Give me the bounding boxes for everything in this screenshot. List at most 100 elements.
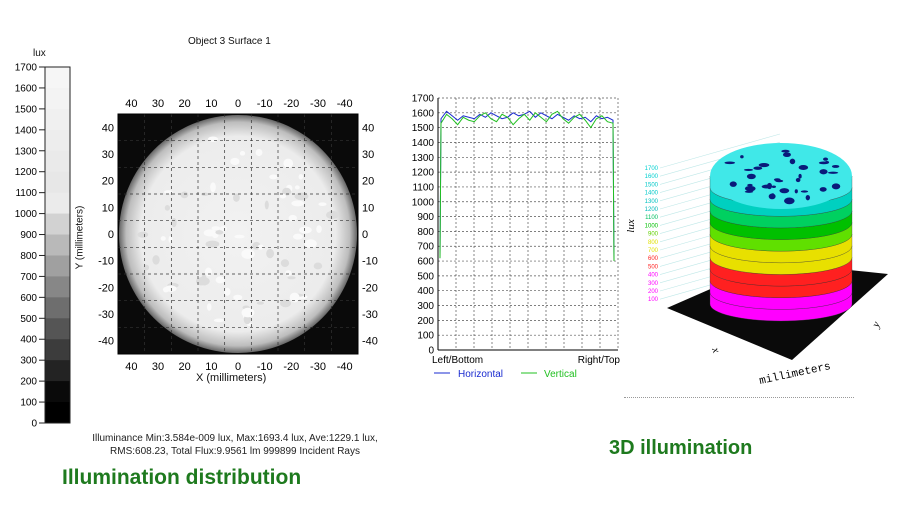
surface-3d-bottom-rule bbox=[624, 397, 854, 398]
surface-y-label: y bbox=[869, 320, 882, 331]
illumination-speckle bbox=[234, 234, 245, 239]
illumination-speckle bbox=[326, 210, 339, 220]
surface-dip bbox=[819, 169, 828, 175]
map-y-tick-right: 30 bbox=[362, 149, 374, 161]
illumination-speckle bbox=[266, 248, 275, 259]
colorbar-band bbox=[45, 108, 70, 131]
surface-x-label: x bbox=[709, 345, 722, 355]
profile-series-line bbox=[439, 110, 615, 262]
surface-dip bbox=[740, 155, 744, 159]
illumination-speckle bbox=[241, 307, 255, 318]
surface-dip bbox=[775, 179, 784, 183]
surface-dip bbox=[789, 158, 796, 165]
map-y-tick-left: 30 bbox=[102, 149, 114, 161]
surface-scale-tick: 1100 bbox=[645, 215, 659, 221]
illumination-speckle bbox=[152, 255, 160, 265]
surface-scale-tick: 1000 bbox=[645, 223, 659, 229]
surface-dip bbox=[753, 166, 763, 170]
illumination-speckle bbox=[241, 249, 255, 259]
colorbar-tick-label: 200 bbox=[20, 377, 37, 388]
surface-dip bbox=[779, 188, 790, 194]
illumination-speckle bbox=[210, 182, 216, 193]
illumination-speckle bbox=[287, 276, 296, 280]
colorbar-band bbox=[45, 67, 70, 89]
surface-dip bbox=[831, 164, 840, 168]
colorbar: lux 1700 1600 1500 1400 1300 1200 1100 1000 900 8… bbox=[0, 40, 80, 440]
illumination-speckle bbox=[171, 217, 177, 228]
map-y-tick-right: 40 bbox=[362, 122, 374, 134]
colorbar-band bbox=[45, 318, 70, 340]
colorbar-tick-label: 1500 bbox=[15, 104, 38, 115]
map-x-tick-bottom: -20 bbox=[283, 361, 299, 373]
surface-dip bbox=[831, 183, 841, 190]
colorbar-scale: 1700160015001400130012001100100090080070… bbox=[15, 63, 71, 430]
surface-scale-tick: 700 bbox=[648, 248, 659, 254]
colorbar-band bbox=[45, 255, 70, 277]
map-x-tick-top: 10 bbox=[205, 98, 217, 110]
surface-scale-tick: 1700 bbox=[645, 166, 659, 172]
illumination-speckle bbox=[299, 226, 312, 234]
illumination-speckle bbox=[233, 294, 243, 301]
colorbar-band bbox=[45, 297, 70, 319]
map-y-tick-left: 10 bbox=[102, 202, 114, 214]
surface-dip bbox=[823, 157, 829, 161]
profile-y-tick: 900 bbox=[417, 212, 434, 223]
profile-y-tick: 600 bbox=[417, 257, 434, 268]
illumination-map: 404030302020101000-10-10-20-20-30-30-40-… bbox=[98, 98, 378, 373]
surface-scale-tick: 100 bbox=[648, 297, 659, 303]
surface-scale-tick: 400 bbox=[648, 273, 659, 279]
profile-y-tick: 500 bbox=[417, 271, 434, 282]
surface-scale-tick: 1400 bbox=[645, 191, 659, 197]
illumination-speckle bbox=[211, 226, 221, 231]
surface-3d: 1700 1600 1500 1400 1300 1200 1100 1000 900 800 70… bbox=[625, 133, 888, 388]
surface-dip bbox=[824, 161, 830, 164]
profile-y-tick: 1400 bbox=[412, 138, 435, 149]
illumination-speckle bbox=[291, 200, 304, 207]
colorbar-tick-label: 800 bbox=[20, 251, 37, 262]
profile-y-tick: 100 bbox=[417, 331, 434, 342]
profile-y-tick: 1200 bbox=[412, 168, 435, 179]
profile-y-tick: 1600 bbox=[412, 108, 435, 119]
map-y-tick-right: -40 bbox=[362, 336, 378, 348]
profile-y-tick: 800 bbox=[417, 227, 434, 238]
illumination-speckle bbox=[162, 286, 169, 293]
surface-dip bbox=[798, 173, 802, 179]
surface-dip bbox=[800, 190, 809, 193]
illumination-speckle bbox=[255, 148, 263, 157]
colorbar-tick-label: 1000 bbox=[15, 209, 38, 220]
colorbar-band bbox=[45, 276, 70, 298]
illumination-speckle bbox=[168, 235, 173, 244]
map-x-tick-bottom: 20 bbox=[179, 361, 191, 373]
illumination-speckle bbox=[180, 191, 189, 199]
illumination-speckle bbox=[279, 193, 287, 199]
surface-scale-tick: 800 bbox=[648, 240, 659, 246]
surface-dip bbox=[746, 173, 756, 180]
caption-illumination-distribution: Illumination distribution bbox=[62, 466, 302, 489]
map-y-tick-right: -30 bbox=[362, 309, 378, 321]
surface-dip bbox=[729, 181, 737, 187]
colorbar-tick-label: 0 bbox=[31, 419, 37, 430]
illumination-speckle bbox=[233, 193, 240, 202]
colorbar-tick-label: 900 bbox=[20, 230, 37, 241]
map-title: Object 3 Surface 1 bbox=[188, 37, 271, 46]
map-x-tick-top: 30 bbox=[152, 98, 164, 110]
stats-line-1: Illuminance Min:3.584e-009 lux, Max:1693… bbox=[92, 433, 378, 444]
map-y-tick-left: 20 bbox=[102, 176, 114, 188]
map-y-tick-right: 10 bbox=[362, 202, 374, 214]
colorbar-band bbox=[45, 234, 70, 256]
surface-dip bbox=[724, 161, 736, 165]
surface-dip bbox=[827, 171, 839, 174]
colorbar-band bbox=[45, 381, 70, 403]
surface-scale-tick: 300 bbox=[648, 281, 659, 287]
illumination-disk bbox=[119, 115, 357, 353]
surface-scale-tick: 600 bbox=[648, 256, 659, 262]
illumination-speckle bbox=[269, 174, 278, 180]
stats-line-2: RMS:608.23, Total Flux:9.9561 lm 999899 … bbox=[110, 446, 360, 457]
colorbar-tick-label: 400 bbox=[20, 335, 37, 346]
surface-dip bbox=[798, 164, 809, 170]
illumination-speckle bbox=[215, 276, 225, 284]
surface-dip bbox=[781, 149, 790, 153]
illumination-speckle bbox=[304, 239, 317, 249]
surface-dip bbox=[819, 187, 827, 192]
surface-scale-tick: 1300 bbox=[645, 199, 659, 205]
